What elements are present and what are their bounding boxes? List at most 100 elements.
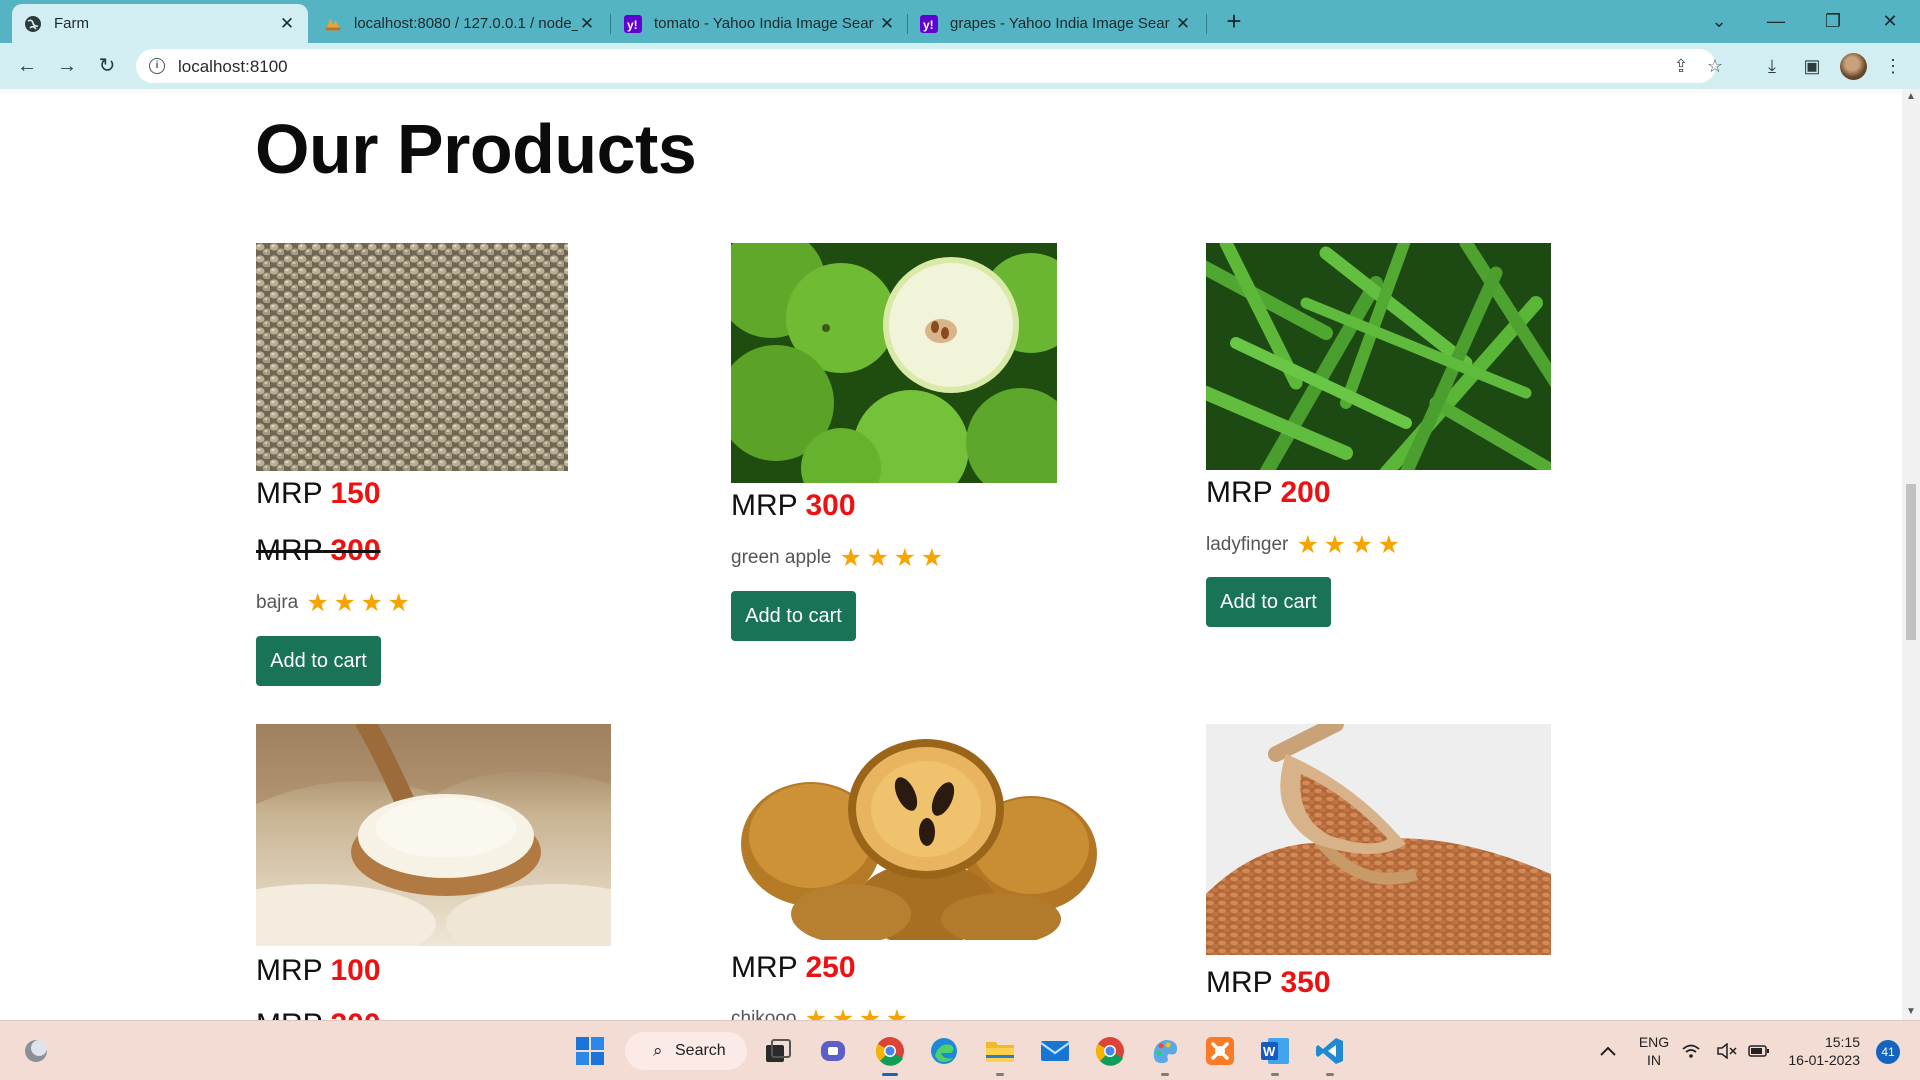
svg-text:W: W [1263, 1044, 1276, 1059]
add-to-cart-button[interactable]: Add to cart [731, 591, 856, 641]
tab-farm[interactable]: Farm ✕ [12, 4, 308, 43]
star-icon: ★ [839, 544, 863, 572]
product-price: MRP 300 [731, 489, 856, 522]
rating-stars: ★ ★ ★ ★ [837, 544, 945, 572]
star-icon: ★ [387, 589, 410, 617]
product-price: MRP 100 [256, 954, 381, 987]
rating-stars: ★ ★ ★ ★ [803, 1005, 911, 1021]
show-hidden-icons-chevron-icon[interactable] [1588, 1031, 1628, 1071]
xampp-icon[interactable] [1200, 1031, 1240, 1071]
word-icon[interactable]: W [1255, 1031, 1295, 1076]
star-icon: ★ [1323, 531, 1347, 559]
tab-grapes-search[interactable]: y! grapes - Yahoo India Image Sear ✕ [908, 4, 1204, 43]
add-to-cart-button[interactable]: Add to cart [1206, 577, 1331, 627]
site-info-icon[interactable]: i [149, 58, 165, 74]
phpmyadmin-icon [324, 15, 342, 33]
address-bar[interactable]: i localhost:8100 ⇪ ☆ [136, 49, 1723, 83]
chrome-icon[interactable] [870, 1031, 910, 1076]
product-price: MRP 350 [1206, 966, 1331, 999]
reload-icon[interactable]: ↻ [92, 51, 122, 81]
star-icon: ★ [885, 1005, 909, 1021]
svg-text:y!: y! [923, 18, 934, 32]
mail-icon[interactable] [1035, 1031, 1075, 1071]
page-viewport: Our Products MRP 150 MRP 300 bajra ★ ★ ★… [0, 89, 1902, 1020]
download-icon[interactable]: ⤓ [1759, 53, 1785, 79]
star-icon: ★ [831, 1005, 855, 1021]
scroll-down-arrow-icon[interactable]: ▼ [1902, 1004, 1920, 1020]
tab-tomato-search[interactable]: y! tomato - Yahoo India Image Sear ✕ [612, 4, 908, 43]
teams-chat-icon[interactable] [813, 1031, 853, 1071]
edge-icon[interactable] [924, 1031, 964, 1071]
close-window-icon[interactable]: ✕ [1875, 6, 1905, 36]
paint-icon[interactable] [1145, 1031, 1185, 1076]
tab-title: grapes - Yahoo India Image Sear [950, 15, 1170, 32]
close-tab-icon[interactable]: ✕ [278, 14, 296, 33]
star-icon: ★ [893, 544, 917, 572]
close-tab-icon[interactable]: ✕ [578, 14, 596, 33]
profile-avatar[interactable] [1840, 53, 1867, 80]
tab-strip: Farm ✕ localhost:8080 / 127.0.0.1 / node… [0, 0, 1920, 43]
star-icon: ★ [1350, 531, 1374, 559]
star-icon: ★ [306, 589, 329, 617]
share-icon[interactable]: ⇪ [1670, 55, 1692, 77]
forward-arrow-icon[interactable]: → [52, 51, 82, 81]
tab-title: tomato - Yahoo India Image Sear [654, 15, 874, 32]
active-app-indicator [882, 1073, 898, 1076]
system-clock[interactable]: 15:15 16-01-2023 [1780, 1033, 1860, 1069]
running-app-indicator [1161, 1073, 1169, 1076]
minimize-icon[interactable]: — [1761, 6, 1791, 36]
restore-icon[interactable]: ❐ [1818, 6, 1848, 36]
product-name: chikooo [731, 1008, 797, 1020]
tab-separator [1206, 14, 1207, 34]
star-icon: ★ [866, 544, 890, 572]
running-app-indicator [1271, 1073, 1279, 1076]
svg-text:y!: y! [627, 18, 638, 32]
scrollbar-thumb[interactable] [1906, 484, 1916, 640]
bookmark-star-icon[interactable]: ☆ [1704, 55, 1726, 77]
taskbar-search-box[interactable]: ⌕ Search [625, 1032, 747, 1070]
product-image-chikoo [731, 724, 1101, 940]
product-name: bajra [256, 592, 299, 613]
language-indicator[interactable]: ENG IN [1636, 1033, 1672, 1069]
running-app-indicator [996, 1073, 1004, 1076]
browser-toolbar: ← → ↻ i localhost:8100 ⇪ ☆ ⤓ ▣ ⋮ [0, 43, 1920, 89]
product-original-price: MRP 300 [256, 534, 381, 567]
start-windows-icon[interactable] [570, 1031, 610, 1071]
tab-search-icon[interactable]: ⌄ [1704, 6, 1734, 36]
page-scrollbar[interactable]: ▲ ▼ [1902, 89, 1920, 1020]
star-icon: ★ [1377, 531, 1401, 559]
star-icon: ★ [858, 1005, 882, 1021]
rating-stars: ★ ★ ★ ★ [1294, 531, 1402, 559]
product-image-ladyfinger [1206, 243, 1551, 470]
file-explorer-icon[interactable] [980, 1031, 1020, 1076]
windows-taskbar: ⌕ Search W ENG IN 15:15 16-01-2023 41 [0, 1020, 1920, 1080]
tab-phpmyadmin[interactable]: localhost:8080 / 127.0.0.1 / node_ ✕ [312, 4, 608, 43]
new-tab-button[interactable]: + [1220, 8, 1248, 36]
add-to-cart-button[interactable]: Add to cart [256, 636, 381, 686]
chrome-secondary-icon[interactable] [1090, 1031, 1130, 1071]
notification-badge[interactable]: 41 [1876, 1040, 1900, 1064]
yahoo-icon: y! [624, 14, 642, 33]
vscode-icon[interactable] [1310, 1031, 1350, 1076]
menu-kebab-icon[interactable]: ⋮ [1880, 53, 1906, 79]
search-icon: ⌕ [653, 1041, 663, 1060]
product-name-rating: chikooo ★ ★ ★ ★ [731, 1005, 911, 1021]
tab-separator [610, 14, 611, 34]
address-url[interactable]: localhost:8100 [178, 57, 288, 77]
back-arrow-icon[interactable]: ← [12, 51, 42, 81]
star-icon: ★ [333, 589, 356, 617]
product-original-price: MRP 300 [256, 1008, 381, 1020]
product-image-rice [256, 724, 611, 946]
wifi-icon[interactable] [1678, 1031, 1704, 1071]
battery-icon[interactable] [1746, 1031, 1772, 1071]
close-tab-icon[interactable]: ✕ [878, 14, 896, 33]
close-tab-icon[interactable]: ✕ [1174, 14, 1192, 33]
tab-title: Farm [54, 15, 89, 32]
scroll-up-arrow-icon[interactable]: ▲ [1902, 89, 1920, 105]
tab-title: localhost:8080 / 127.0.0.1 / node_ [354, 15, 578, 32]
volume-muted-icon[interactable] [1714, 1031, 1740, 1071]
task-view-icon[interactable] [758, 1031, 798, 1071]
widgets-icon[interactable] [16, 1031, 56, 1071]
side-panel-icon[interactable]: ▣ [1799, 53, 1825, 79]
star-icon: ★ [360, 589, 383, 617]
